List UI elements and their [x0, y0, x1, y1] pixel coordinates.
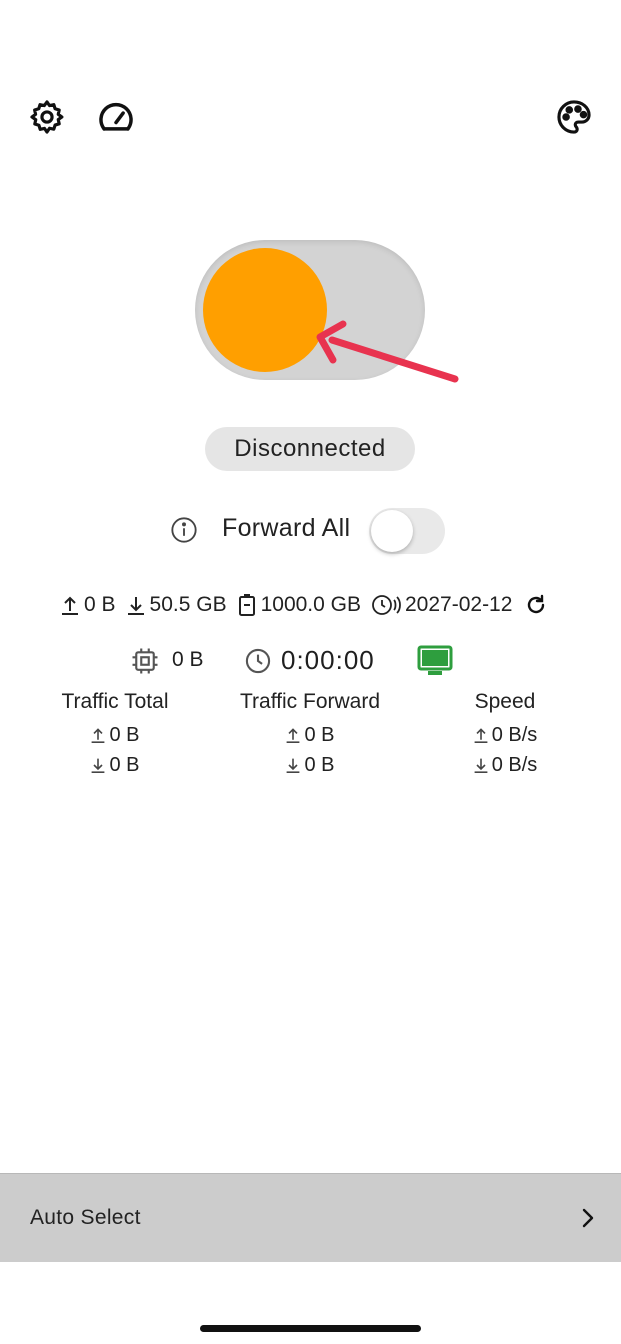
monitor-button[interactable]	[417, 645, 453, 677]
forward-all-switch[interactable]	[369, 508, 445, 554]
refresh-icon	[528, 594, 545, 614]
traffic-total-down: 0 B	[20, 750, 210, 780]
elapsed-icon-wrap	[244, 647, 272, 675]
traffic-forward-down: 0 B	[215, 750, 405, 780]
connection-timer: 0:00:00	[281, 645, 375, 675]
speed-down-value: 0 B/s	[491, 753, 538, 776]
server-selector-label: Auto Select	[30, 1206, 141, 1229]
annotation-arrow	[316, 320, 459, 383]
speed-up: 0 B/s	[410, 720, 600, 750]
download-icon	[92, 758, 105, 773]
upload-icon	[62, 596, 78, 615]
speed-down: 0 B/s	[410, 750, 600, 780]
traffic-total-up: 0 B	[20, 720, 210, 750]
upload-stat: 0 B	[60, 593, 116, 617]
speed-title: Speed	[474, 690, 536, 713]
traffic-total-down-value: 0 B	[109, 753, 140, 776]
clock-icon	[245, 648, 271, 674]
quota-stat: 1000.0 GB	[237, 593, 361, 617]
traffic-forward-up: 0 B	[215, 720, 405, 750]
settings-button[interactable]	[28, 98, 66, 136]
expiry-stat: 2027-02-12	[371, 593, 512, 617]
timer-alert-icon	[372, 595, 401, 615]
speed-up-value: 0 B/s	[491, 723, 538, 746]
download-stat: 50.5 GB	[126, 593, 227, 617]
download-icon	[127, 597, 144, 615]
traffic-total-title: Traffic Total	[61, 690, 169, 713]
upload-icon	[287, 728, 300, 743]
traffic-forward-down-value: 0 B	[304, 753, 335, 776]
traffic-forward-title: Traffic Forward	[239, 690, 381, 713]
traffic-forward-up-value: 0 B	[304, 723, 335, 746]
server-selector[interactable]: Auto Select	[0, 1173, 621, 1262]
memory-stat-icon-wrap	[130, 646, 160, 676]
speedometer-icon	[99, 102, 133, 131]
gear-icon	[30, 100, 64, 134]
download-icon	[474, 758, 488, 773]
info-icon	[171, 517, 197, 543]
theme-button[interactable]	[554, 98, 594, 136]
traffic-total-column: Traffic Total 0 B 0 B	[20, 690, 210, 780]
quota-value: 1000.0 GB	[260, 593, 361, 616]
home-indicator[interactable]	[200, 1325, 421, 1332]
forward-info-button[interactable]	[170, 516, 198, 544]
upload-icon	[92, 728, 105, 743]
connection-status: Disconnected	[205, 427, 415, 471]
refresh-button[interactable]	[524, 593, 548, 617]
memory-value: 0 B	[172, 648, 204, 671]
palette-icon	[557, 100, 591, 134]
upload-value: 0 B	[84, 593, 116, 616]
download-value: 50.5 GB	[149, 593, 227, 616]
speed-test-button[interactable]	[96, 98, 136, 136]
download-icon	[287, 758, 300, 773]
connection-status-text: Disconnected	[234, 435, 386, 462]
speed-column: Speed 0 B/s 0 B/s	[410, 690, 600, 780]
cpu-icon	[132, 648, 158, 674]
usage-stats-row: 0 B 50.5 GB 1000.0 GB 2027-02-12	[60, 590, 590, 620]
upload-icon	[474, 728, 488, 743]
expiry-value: 2027-02-12	[405, 593, 513, 616]
chevron-right-icon	[582, 1208, 594, 1228]
battery-icon	[238, 594, 255, 616]
forward-all-switch-knob	[371, 510, 413, 552]
monitor-icon	[417, 645, 453, 675]
traffic-total-up-value: 0 B	[109, 723, 140, 746]
forward-all-label: Forward All	[222, 514, 351, 542]
traffic-forward-column: Traffic Forward 0 B 0 B	[215, 690, 405, 780]
